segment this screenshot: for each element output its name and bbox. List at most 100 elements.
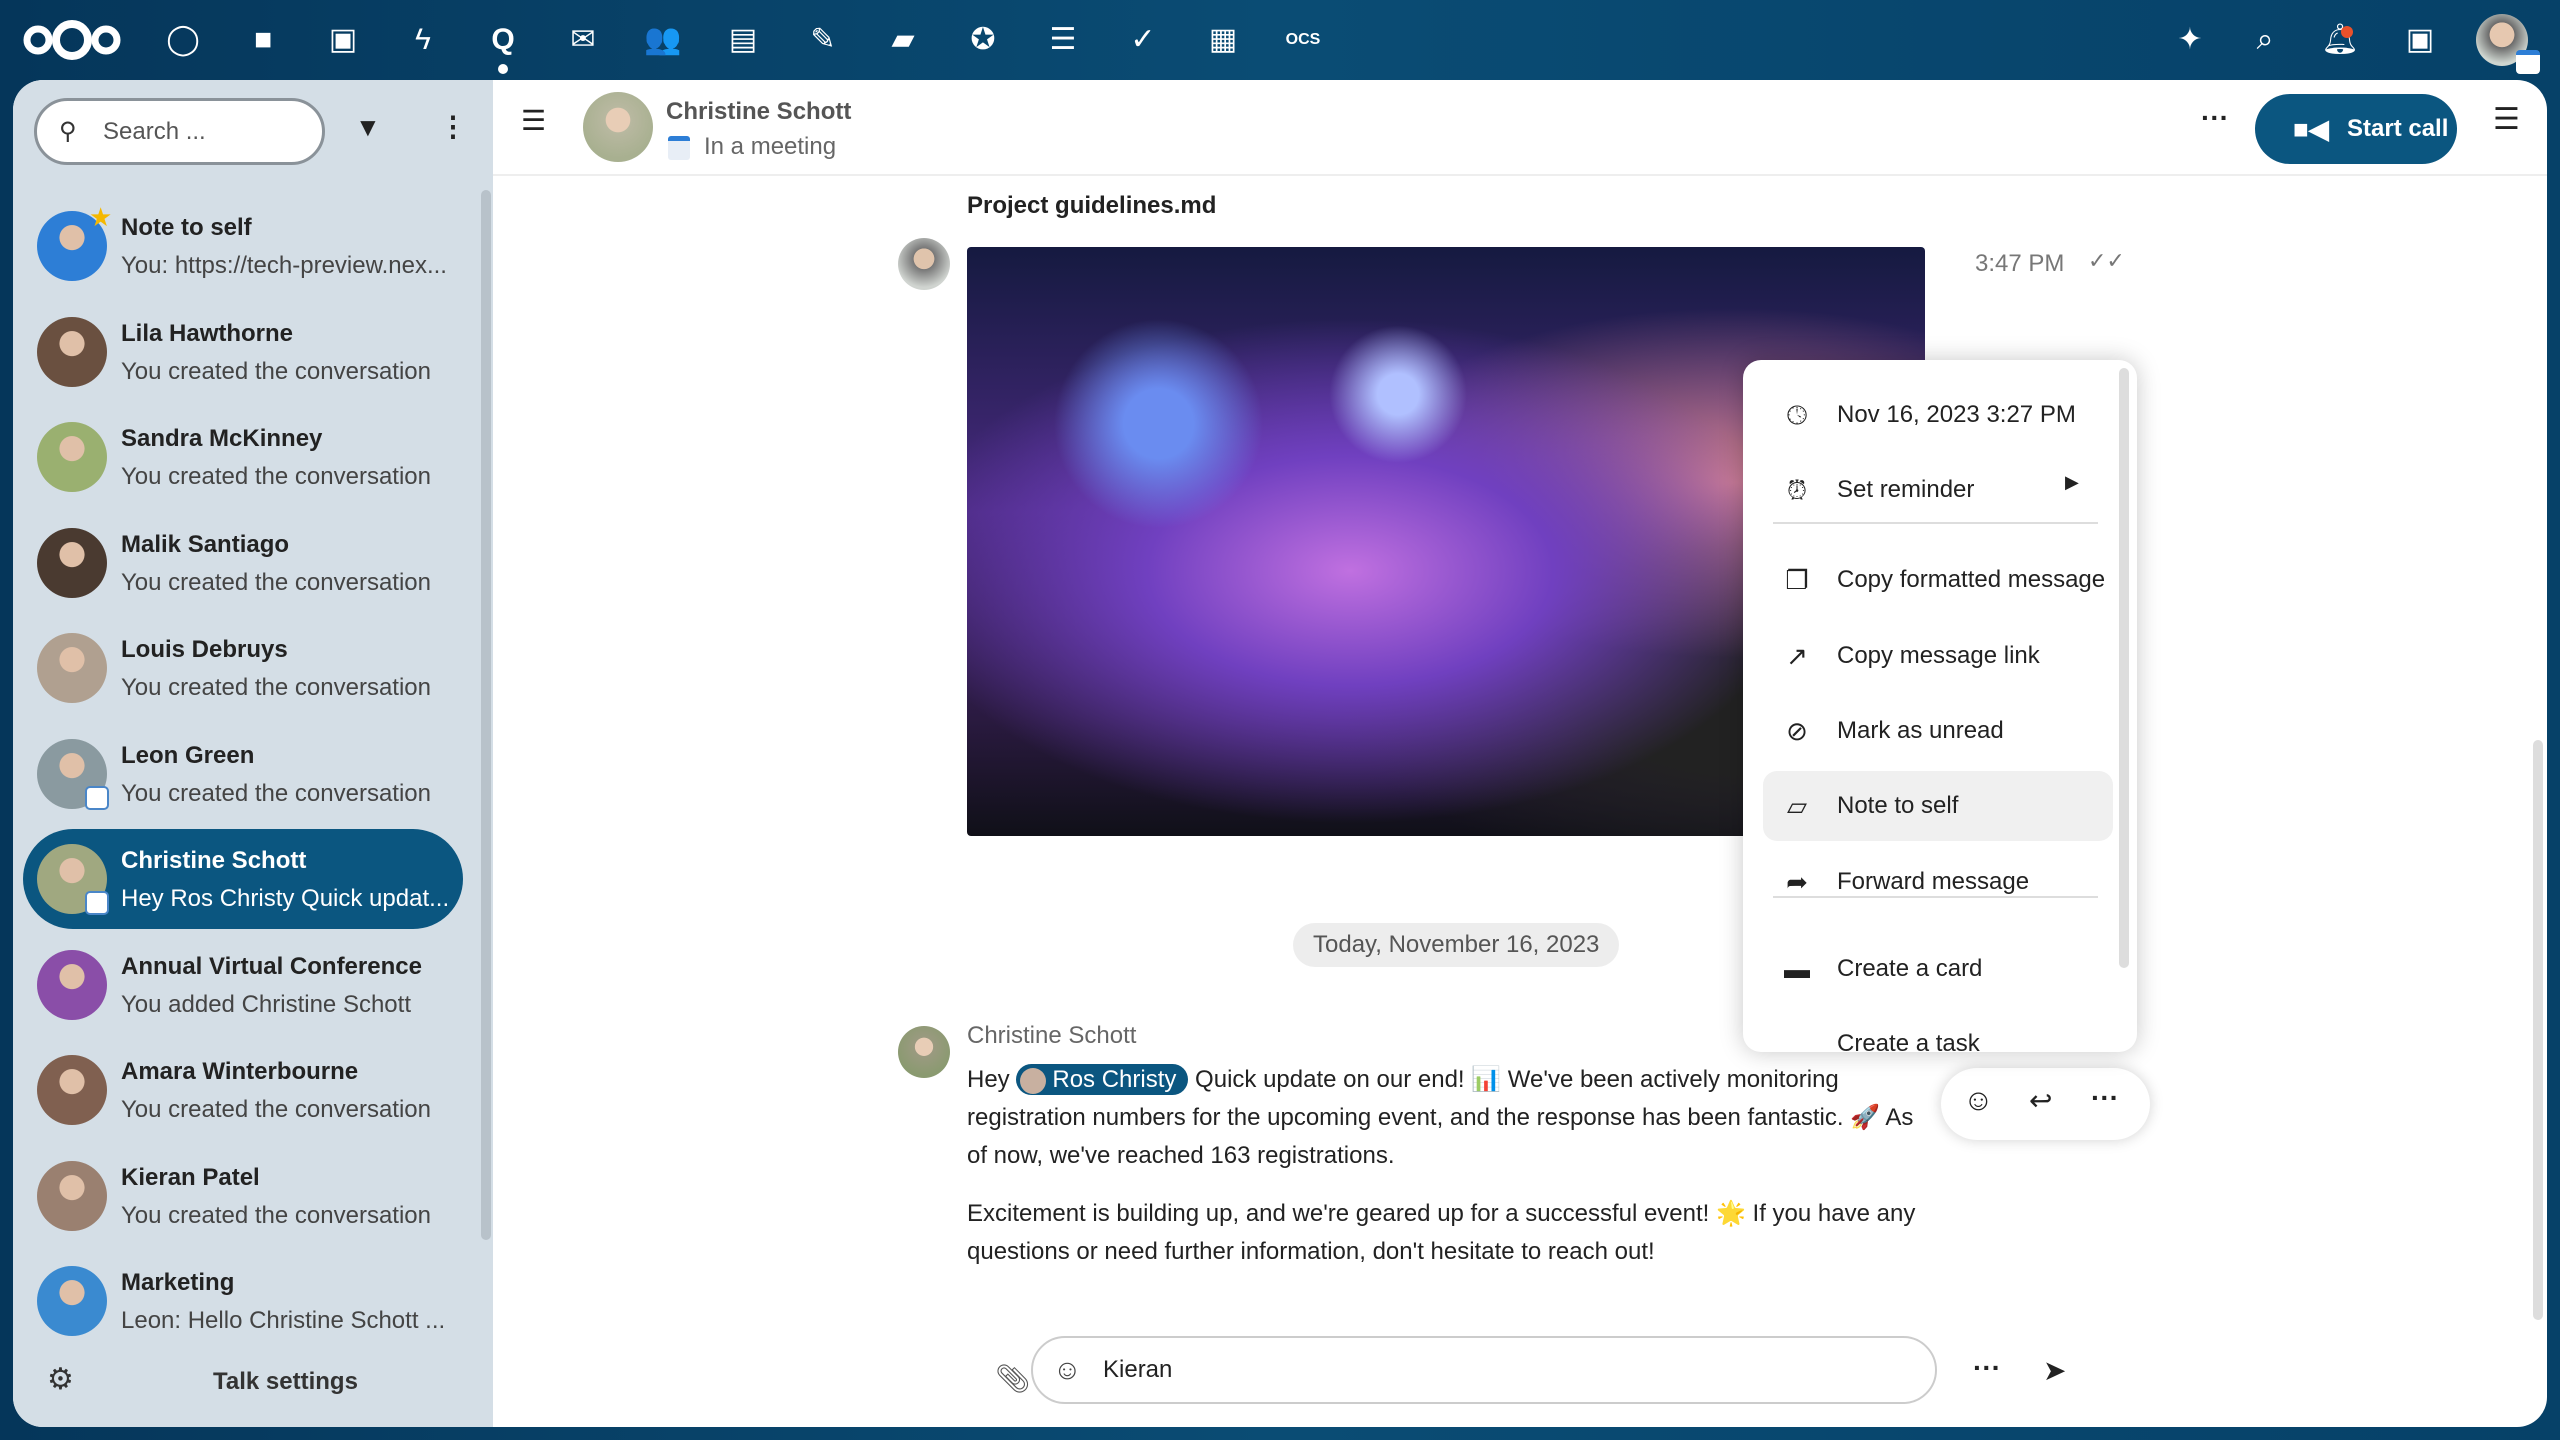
active-app-indicator bbox=[498, 64, 508, 74]
conversation-last-message: You created the conversation bbox=[121, 1096, 431, 1123]
more-actions-icon[interactable]: ··· bbox=[2091, 1082, 2119, 1114]
message-input[interactable]: ☺ Kieran bbox=[1031, 1336, 1937, 1404]
notifications-icon[interactable]: 🔔︎ bbox=[2320, 20, 2360, 60]
conversation-item[interactable]: Louis Debruys You created the conversatio… bbox=[23, 618, 463, 718]
conversation-item[interactable]: Amara Winterbourne You created the conver… bbox=[23, 1040, 463, 1140]
conversation-name: Louis Debruys bbox=[121, 636, 288, 663]
avatar bbox=[37, 949, 107, 1020]
menu-item[interactable]: 🕓︎ Nov 16, 2023 3:27 PM bbox=[1763, 380, 2113, 450]
menu-item[interactable]: ▱ Note to self bbox=[1763, 771, 2113, 841]
avatar bbox=[37, 422, 107, 492]
filter-icon[interactable]: ▼ bbox=[355, 112, 381, 143]
conversation-name: Christine Schott bbox=[121, 847, 307, 874]
menu-item-label: Copy message link bbox=[1837, 642, 2040, 669]
conversation-name: Malik Santiago bbox=[121, 530, 290, 558]
conversation-item[interactable]: Leon Green You created the conversation bbox=[23, 724, 463, 824]
files-icon[interactable]: ■ bbox=[243, 20, 283, 60]
avatar[interactable] bbox=[583, 92, 653, 162]
avatar bbox=[37, 633, 107, 703]
menu-item[interactable]: ↗ Copy message link bbox=[1763, 621, 2113, 691]
send-icon[interactable]: ➤ bbox=[2043, 1354, 2066, 1387]
chat-main: ☰ Christine Schott In a meeting ··· ■◀ S… bbox=[493, 80, 2547, 1427]
search-input[interactable]: ⚲ Search ... bbox=[34, 98, 325, 165]
mention-avatar bbox=[1020, 1068, 1047, 1094]
emoji-icon[interactable]: ☺ bbox=[1963, 1084, 1994, 1118]
menu-item[interactable]: ⏰︎ Set reminder bbox=[1763, 455, 2113, 525]
check-icon[interactable]: ✓ bbox=[1123, 20, 1163, 60]
photos-icon[interactable]: ▣ bbox=[323, 20, 363, 60]
gear-icon[interactable]: ⚙ bbox=[47, 1362, 74, 1397]
tasks-icon[interactable]: ☰ bbox=[1043, 20, 1083, 60]
mail-icon[interactable]: ✉ bbox=[563, 20, 603, 60]
deck-icon[interactable]: ▰ bbox=[883, 20, 923, 60]
talk-icon[interactable]: Q bbox=[483, 20, 523, 60]
menu-item[interactable]: ❐ Copy formatted message bbox=[1763, 545, 2113, 615]
conversation-title[interactable]: Christine Schott bbox=[666, 98, 851, 126]
emoji-icon[interactable]: ☺ bbox=[1053, 1338, 1082, 1402]
conversation-item[interactable]: Lila Hawthorne You created the conversati… bbox=[23, 302, 463, 402]
avatar bbox=[37, 1160, 107, 1231]
dashboard-icon[interactable]: ◯ bbox=[163, 20, 203, 60]
talk-settings-button[interactable]: Talk settings bbox=[213, 1368, 358, 1396]
conversation-last-message: You created the conversation bbox=[121, 357, 431, 385]
conversation-item[interactable]: Christine Schott Hey Ros Christy Quick up… bbox=[23, 829, 463, 929]
clock-icon: 🕓︎ bbox=[1786, 400, 1808, 430]
activity-icon[interactable]: ϟ bbox=[403, 20, 443, 60]
menu-item[interactable]: ➦ Forward message bbox=[1763, 847, 2113, 917]
status-calendar-icon bbox=[2516, 50, 2540, 74]
avatar[interactable] bbox=[898, 1026, 950, 1078]
conversation-item[interactable]: Malik Santiago You created the conversati… bbox=[23, 513, 463, 613]
chat-scrollbar[interactable] bbox=[2533, 740, 2543, 1320]
conversation-item[interactable]: Annual Virtual Conference You added Chris… bbox=[23, 935, 463, 1035]
menu-scrollbar[interactable] bbox=[2119, 368, 2129, 968]
avatar bbox=[37, 316, 107, 387]
conversation-last-message: Hey Ros Christy Quick updat... bbox=[121, 885, 450, 912]
menu-item[interactable]: ▬ Create a card bbox=[1763, 934, 2113, 1004]
sidebar-scrollbar[interactable] bbox=[481, 190, 491, 1240]
circles-icon[interactable]: ✪ bbox=[963, 20, 1003, 60]
talk-window: ⚲ Search ... ▼ ⋮ Note to self You: https:… bbox=[13, 80, 2547, 1427]
message-body: Hey Ros Christy Quick update on our end!… bbox=[967, 1061, 1927, 1271]
conversation-name: Lila Hawthorne bbox=[121, 319, 294, 347]
message-author[interactable]: Christine Schott bbox=[967, 1022, 1136, 1050]
contacts-menu-icon[interactable]: ▣ bbox=[2400, 20, 2440, 60]
chat-header: ☰ Christine Schott In a meeting ··· ■◀ S… bbox=[493, 80, 2547, 176]
file-name[interactable]: Project guidelines.md bbox=[967, 192, 1216, 220]
search-icon[interactable]: ⌕ bbox=[2245, 20, 2285, 60]
notes-icon[interactable]: ✎ bbox=[803, 20, 843, 60]
mention-chip[interactable]: Ros Christy bbox=[1016, 1064, 1189, 1095]
menu-icon[interactable]: ☰ bbox=[2493, 102, 2520, 137]
more-options-icon[interactable]: ··· bbox=[1973, 1352, 2001, 1384]
calendar-icon[interactable]: ▤ bbox=[723, 20, 763, 60]
conversation-item[interactable]: Kieran Patel You created the conversation bbox=[23, 1146, 463, 1246]
eye-off-icon: ⊘ bbox=[1786, 716, 1808, 746]
reply-icon[interactable]: ↩ bbox=[2029, 1084, 2052, 1117]
assistant-icon[interactable]: ✦ bbox=[2170, 20, 2210, 60]
more-options-icon[interactable]: ⋮ bbox=[439, 110, 467, 143]
conversation-item[interactable]: Marketing Leon: Hello Christine Schott ..… bbox=[23, 1251, 463, 1351]
avatar[interactable] bbox=[898, 238, 950, 290]
toggle-sidebar-icon[interactable]: ☰ bbox=[521, 104, 546, 137]
more-options-icon[interactable]: ··· bbox=[2201, 102, 2229, 134]
ocs-icon[interactable]: OCS bbox=[1283, 20, 1323, 60]
avatar bbox=[37, 1055, 107, 1125]
tables-icon[interactable]: ▦ bbox=[1203, 20, 1243, 60]
search-placeholder: Search ... bbox=[103, 118, 206, 145]
start-call-button[interactable]: ■◀ Start call bbox=[2255, 94, 2457, 164]
attachment-icon[interactable]: 📎︎ bbox=[995, 1362, 1031, 1395]
contacts-icon[interactable]: 👥 bbox=[643, 20, 683, 60]
message-text: Excitement is building up, and we're gea… bbox=[967, 1200, 1916, 1265]
menu-item[interactable]: Create a task bbox=[1763, 1009, 2113, 1079]
copy-icon: ❐ bbox=[1785, 565, 1809, 595]
conversation-sidebar: ⚲ Search ... ▼ ⋮ Note to self You: https:… bbox=[13, 80, 493, 1427]
conversation-item[interactable]: Sandra McKinney You created the conversat… bbox=[23, 407, 463, 507]
menu-item-label: Create a task bbox=[1837, 1030, 1980, 1057]
nextcloud-logo[interactable] bbox=[22, 18, 122, 62]
favorite-star-icon: ★ bbox=[89, 202, 113, 232]
user-status: In a meeting bbox=[704, 133, 837, 160]
menu-item-label: Set reminder bbox=[1837, 476, 1975, 503]
conversation-item[interactable]: Note to self You: https://tech-preview.ne… bbox=[23, 196, 463, 296]
conversation-last-message: You created the conversation bbox=[121, 674, 431, 701]
menu-item[interactable]: ⊘ Mark as unread bbox=[1763, 696, 2113, 766]
message-time: 3:47 PM bbox=[1975, 250, 2065, 277]
